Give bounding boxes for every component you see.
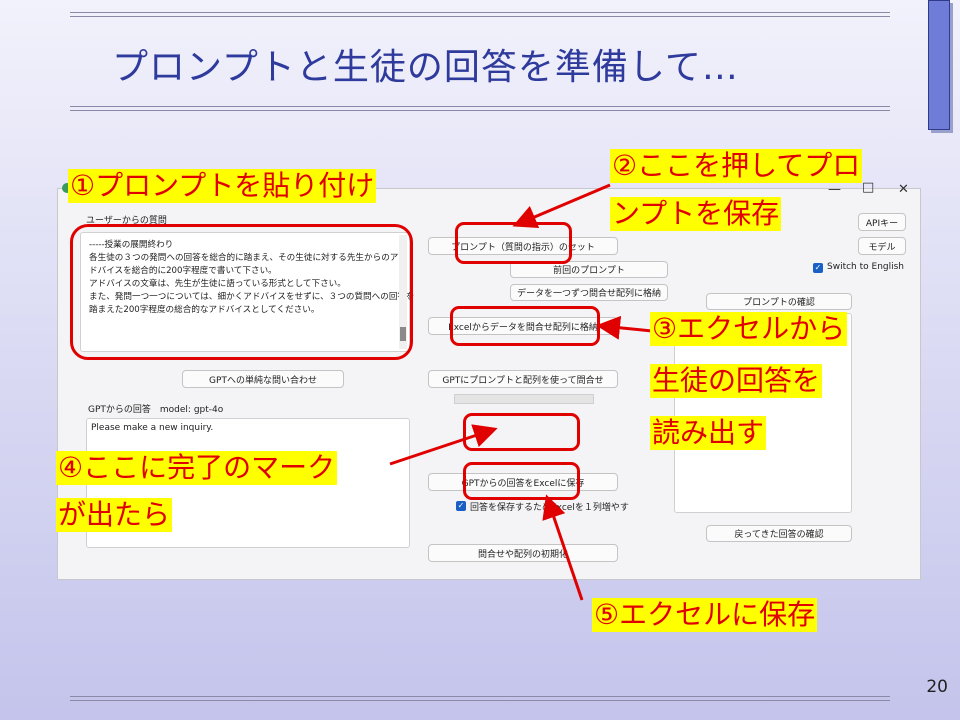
annotation-3-line2: 生徒の回答を [650, 364, 823, 398]
slide-title: プロンプトと生徒の回答を準備して… [112, 47, 739, 88]
confirm-prompt-button[interactable]: プロンプトの確認 [706, 293, 852, 310]
gpt-inquiry-array-button[interactable]: GPTにプロンプトと配列を使って問合せ [428, 370, 618, 388]
close-button[interactable]: ✕ [898, 182, 909, 197]
page-number: 20 [926, 677, 948, 697]
annotation-2-line1: ②ここを押してプロ [610, 149, 863, 183]
api-key-button[interactable]: APIキー [858, 213, 906, 231]
switch-english-checkbox[interactable]: ✓ [813, 263, 823, 273]
init-array-button[interactable]: 問合せや配列の初期化 [428, 544, 618, 562]
confirm-returned-button[interactable]: 戻ってきた回答の確認 [706, 525, 852, 542]
progress-bar [454, 394, 594, 404]
add-column-label: 回答を保存するためExcelを１列増やす [470, 503, 629, 513]
store-one-by-one-button[interactable]: データを一つずつ問合せ配列に格納 [510, 284, 668, 301]
title-rule-2 [70, 110, 890, 111]
decorative-bar [928, 0, 950, 130]
annotation-4-line1: ④ここに完了のマーク [56, 451, 338, 485]
switch-english-label: Switch to English [827, 262, 905, 272]
bottom-rule [70, 696, 890, 697]
add-column-checkbox[interactable]: ✓ [456, 501, 466, 511]
annotation-5: ⑤エクセルに保存 [592, 598, 818, 632]
highlight-done-mark [463, 413, 580, 451]
simple-inquiry-button[interactable]: GPTへの単純な問い合わせ [182, 370, 344, 388]
maximize-button[interactable]: □ [862, 180, 874, 195]
bottom-rule-2 [70, 700, 890, 701]
top-rule [70, 12, 890, 13]
model-button[interactable]: モデル [858, 237, 906, 255]
top-rule-2 [70, 16, 890, 17]
title-rule [70, 106, 890, 107]
highlight-save-excel [463, 462, 580, 500]
gpt-answer-label: GPTからの回答 model: gpt-4o [88, 405, 224, 415]
annotation-4-line2: が出たら [56, 498, 173, 532]
annotation-1: ①プロンプトを貼り付け [68, 169, 377, 203]
annotation-3-line3: 読み出す [650, 416, 767, 450]
highlight-excel-store [450, 306, 600, 346]
gpt-answer-text: Please make a new inquiry. [91, 423, 214, 433]
minimize-button[interactable]: — [828, 182, 841, 197]
annotation-3-line1: ③エクセルから [650, 312, 848, 346]
highlight-prompt-set [455, 222, 572, 264]
annotation-2-line2: ンプトを保存 [610, 197, 782, 231]
highlight-prompt-area [70, 224, 413, 360]
